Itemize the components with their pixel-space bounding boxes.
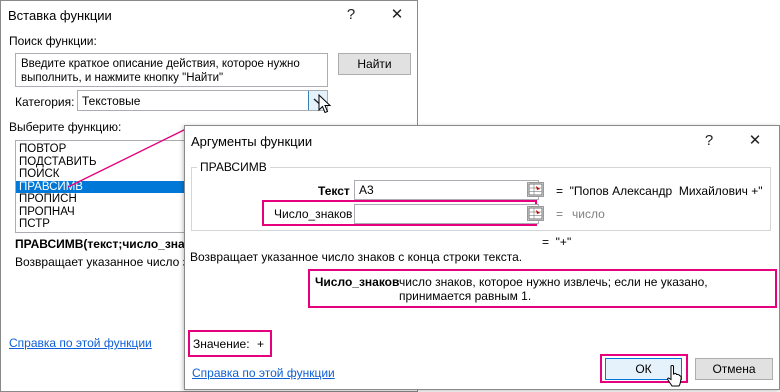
value-label: Значение:: [193, 337, 250, 351]
arg2-result-eq: =: [556, 207, 564, 221]
dialog-title: Аргументы функции: [191, 134, 313, 149]
function-description: Возвращает указанное число знаков с конц…: [190, 250, 523, 264]
param-name: Число_знаков: [315, 275, 400, 289]
arg2-input[interactable]: [354, 204, 539, 224]
cancel-button[interactable]: Отмена: [695, 358, 773, 380]
arg1-label: Текст: [318, 184, 350, 198]
range-select-icon: [528, 183, 543, 196]
help-link[interactable]: Справка по этой функции: [192, 366, 335, 380]
arg1-input[interactable]: A3: [354, 180, 539, 200]
arg1-result: = "Попов Александр Михайлович +": [556, 184, 763, 198]
cancel-button-label: Отмена: [712, 362, 756, 376]
help-icon[interactable]: ?: [699, 131, 719, 151]
range-select-icon: [528, 207, 543, 220]
ok-button-label: ОК: [635, 362, 652, 376]
arg1-value: A3: [359, 183, 374, 197]
formula-result: = "+": [542, 235, 572, 249]
close-icon[interactable]: ✕: [745, 131, 765, 151]
arg2-range-picker[interactable]: [527, 206, 544, 221]
function-arguments-dialog: Аргументы функции ? ✕ ПРАВСИМВ Текст A3 …: [184, 125, 780, 390]
arg2-label: Число_знаков: [274, 207, 353, 221]
hand-cursor-icon: [667, 365, 682, 387]
param-description: число знаков, которое нужно извлечь; есл…: [399, 275, 708, 303]
function-name: ПРАВСИМВ: [197, 160, 270, 174]
title-bar: Аргументы функции ? ✕: [185, 126, 779, 156]
mouse-cursor-icon: [318, 94, 332, 114]
value-text: +: [257, 337, 265, 351]
arg1-range-picker[interactable]: [527, 182, 544, 197]
arg2-result: число: [572, 207, 605, 221]
